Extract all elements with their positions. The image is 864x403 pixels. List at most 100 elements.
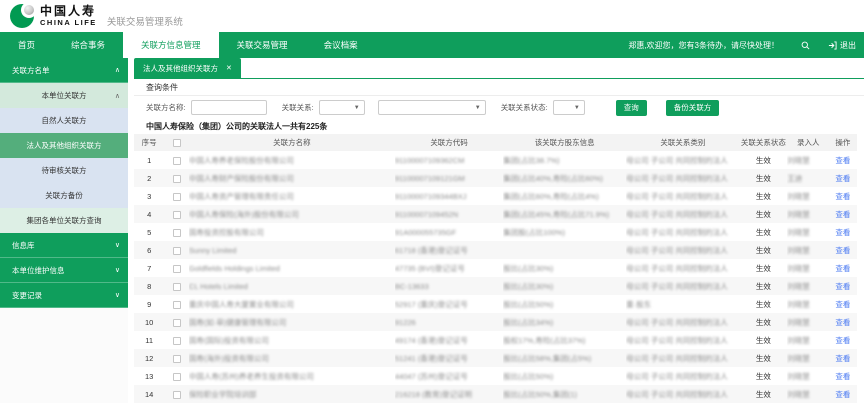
row-checkbox[interactable] (173, 283, 181, 291)
view-link[interactable]: 查看 (835, 192, 850, 201)
sidebar-item-info-library[interactable]: 信息库∨ (0, 233, 128, 258)
shareholder-info: 集团(占比45%,寿险(占比71.9%) (503, 210, 609, 219)
relation-category: 母公司 子公司 共同控制的法人 (626, 174, 728, 183)
row-checkbox[interactable] (173, 229, 181, 237)
search-icon[interactable] (801, 41, 810, 50)
relation-status: 生效 (740, 259, 788, 277)
tab-close-icon[interactable]: ✕ (226, 64, 232, 72)
sidebar-item-pending-review[interactable]: 待审核关联方 (0, 158, 128, 183)
view-link[interactable]: 查看 (835, 336, 850, 345)
row-checkbox[interactable] (173, 193, 181, 201)
sidebar-item-natural-person[interactable]: 自然人关联方 (0, 108, 128, 133)
view-link[interactable]: 查看 (835, 246, 850, 255)
party-code: 91100007109344BXJ (395, 192, 467, 201)
row-checkbox[interactable] (173, 373, 181, 381)
relation-status: 生效 (740, 169, 788, 187)
view-link[interactable]: 查看 (835, 318, 850, 327)
caret-down-icon: ∨ (115, 241, 120, 249)
table-row: 5国寿投资控股有限公司91A000055735GF集团股(占比100%)母公司 … (134, 223, 857, 241)
party-code: 49174 (香港)登记证号 (395, 336, 468, 345)
nav-item-related-party-info[interactable]: 关联方信息管理 (123, 32, 219, 58)
view-link[interactable]: 查看 (835, 228, 850, 237)
result-count-title: 中国人寿保险（集团）公司的关联法人一共有225条 (134, 120, 864, 134)
sidebar-item-group-units-query[interactable]: 集团各单位关联方查询 (0, 208, 128, 233)
view-link[interactable]: 查看 (835, 390, 850, 399)
brand-name-cn: 中国人寿 (40, 5, 97, 17)
row-index: 8 (134, 277, 164, 295)
view-link[interactable]: 查看 (835, 210, 850, 219)
row-checkbox[interactable] (173, 355, 181, 363)
table-row: 11国寿(国际)投资有限公司49174 (香港)登记证号股权17%,寿险(占比3… (134, 331, 857, 349)
row-checkbox[interactable] (173, 175, 181, 183)
nav-item-home[interactable]: 首页 (0, 32, 53, 58)
relation-status: 生效 (740, 277, 788, 295)
relation-category: 母公司 子公司 共同控制的法人 (626, 336, 728, 345)
relation-category: 母公司 子公司 共同控制的法人 (626, 354, 728, 363)
party-code: 91100007109362CM (395, 156, 465, 165)
view-link[interactable]: 查看 (835, 282, 850, 291)
shareholder-info: 集团股(占比100%) (503, 228, 565, 237)
nav-item-meeting-archives[interactable]: 会议档案 (306, 32, 376, 58)
entry-person: 刘晓慧 (787, 282, 810, 291)
table-row: 6Sunny Limited61718 (香港)登记证号母公司 子公司 共同控制… (134, 241, 857, 259)
view-link[interactable]: 查看 (835, 156, 850, 165)
row-checkbox[interactable] (173, 337, 181, 345)
relation-sub-select[interactable]: ▼ (378, 100, 486, 115)
tab-legal-person-related-parties[interactable]: 法人及其他组织关联方 ✕ (134, 58, 241, 78)
row-index: 1 (134, 151, 164, 169)
logout-button[interactable]: 退出 (828, 40, 856, 51)
sidebar-item-legal-person-active[interactable]: 法人及其他组织关联方 (0, 133, 128, 158)
party-code: 216218 (教育)登记证明 (395, 390, 472, 399)
party-code: 44047 (苏州)登记证号 (395, 372, 468, 381)
sidebar-item-backup[interactable]: 关联方备份 (0, 183, 128, 208)
col-index: 序号 (134, 134, 164, 151)
view-link[interactable]: 查看 (835, 264, 850, 273)
entry-person: 刘晓慧 (787, 192, 810, 201)
relation-status: 生效 (740, 385, 788, 403)
row-checkbox[interactable] (173, 157, 181, 165)
sidebar: 关联方名单∧ 本单位关联方∧ 自然人关联方 法人及其他组织关联方 待审核关联方 … (0, 58, 128, 403)
view-link[interactable]: 查看 (835, 372, 850, 381)
party-name-input[interactable] (191, 100, 267, 115)
table-body: 1中国人寿养老保险股份有限公司91100007109362CM集团(占比38.7… (134, 151, 857, 403)
party-code: 51241 (香港)登记证号 (395, 354, 468, 363)
caret-up-icon: ∧ (115, 66, 120, 74)
row-checkbox[interactable] (173, 211, 181, 219)
sidebar-item-related-party-list[interactable]: 关联方名单∧ (0, 58, 128, 83)
select-all-checkbox[interactable] (173, 139, 181, 147)
view-link[interactable]: 查看 (835, 300, 850, 309)
entry-person: 刘晓慧 (787, 156, 810, 165)
entry-person: 刘晓慧 (787, 300, 810, 309)
shareholder-info: 股比(占比50%) (503, 372, 553, 381)
relation-category: 母公司 子公司 共同控制的法人 (626, 210, 728, 219)
row-checkbox[interactable] (173, 391, 181, 399)
shareholder-info: 股比(占比58%,集团(占5%) (503, 354, 591, 363)
search-button[interactable]: 查询 (616, 100, 647, 116)
view-link[interactable]: 查看 (835, 354, 850, 363)
backup-related-party-button[interactable]: 备份关联方 (666, 100, 720, 116)
row-index: 11 (134, 331, 164, 349)
sidebar-item-change-records[interactable]: 变更记录∨ (0, 283, 128, 308)
relation-status: 生效 (740, 223, 788, 241)
relation-select[interactable]: ▼ (319, 100, 365, 115)
row-checkbox[interactable] (173, 265, 181, 273)
party-name: 保险职业学院培训部 (189, 390, 257, 399)
view-link[interactable]: 查看 (835, 174, 850, 183)
logout-icon (828, 41, 837, 50)
relation-status-select[interactable]: ▼ (553, 100, 585, 115)
relation-category: 母公司 子公司 共同控制的法人 (626, 192, 728, 201)
sidebar-item-our-unit-related-parties[interactable]: 本单位关联方∧ (0, 83, 128, 108)
sidebar-item-unit-maintained-info[interactable]: 本单位维护信息∨ (0, 258, 128, 283)
china-life-logo-icon (10, 4, 34, 28)
relation-category: 母公司 子公司 共同控制的法人 (626, 318, 728, 327)
row-checkbox[interactable] (173, 301, 181, 309)
table-row: 7Goldfields Holdings Limited47735 (BVI)登… (134, 259, 857, 277)
nav-item-general-affairs[interactable]: 综合事务 (53, 32, 123, 58)
row-checkbox[interactable] (173, 247, 181, 255)
party-name: 国寿投资控股有限公司 (189, 228, 264, 237)
party-name: 中国人寿保险(海外)股份有限公司 (189, 210, 299, 219)
party-name: 国寿(国际)投资有限公司 (189, 336, 269, 345)
party-name: 重庆中国人寿大厦置业有限公司 (189, 300, 294, 309)
row-checkbox[interactable] (173, 319, 181, 327)
nav-item-related-transactions[interactable]: 关联交易管理 (219, 32, 306, 58)
